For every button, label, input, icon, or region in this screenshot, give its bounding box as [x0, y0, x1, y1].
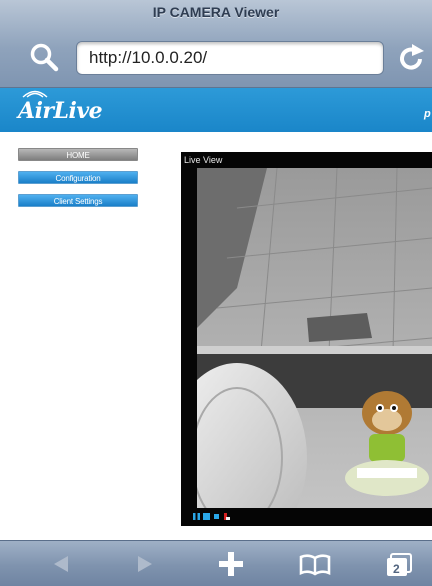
plus-icon[interactable]: [216, 549, 246, 579]
camera-image: [197, 168, 432, 508]
brand-header: AirLive p: [0, 88, 432, 132]
airlive-logo: AirLive: [18, 98, 103, 124]
live-view-panel: Live View: [181, 152, 432, 526]
url-input[interactable]: http://10.0.0.20/: [76, 41, 384, 75]
book-icon[interactable]: [298, 549, 332, 579]
sidebar-item-client-settings[interactable]: Client Settings: [18, 194, 138, 207]
signal-waves-icon: [22, 90, 48, 98]
record-icon[interactable]: [223, 512, 230, 520]
brand-edge-text: p: [424, 108, 431, 120]
camera-feed[interactable]: [197, 168, 432, 508]
reload-button[interactable]: [398, 42, 428, 74]
search-icon: [30, 43, 59, 72]
browser-bottom-toolbar: 2: [0, 540, 432, 586]
stop-icon[interactable]: [203, 512, 210, 520]
page-title: IP CAMERA Viewer: [152, 4, 280, 20]
sidebar-menu: HOME Configuration Client Settings: [18, 148, 138, 217]
reload-icon: [400, 44, 424, 70]
tabs-icon: [387, 553, 412, 576]
live-view-label: Live View: [184, 155, 223, 165]
sidebar-item-home[interactable]: HOME: [18, 148, 138, 161]
browser-top-bar: IP CAMERA Viewer http://10.0.0.20/: [0, 0, 432, 88]
sidebar-item-configuration[interactable]: Configuration: [18, 171, 138, 184]
tab-count: 2: [393, 562, 400, 576]
video-controls: [193, 510, 230, 522]
forward-arrow-icon[interactable]: [132, 549, 158, 579]
back-arrow-icon[interactable]: [48, 549, 74, 579]
snapshot-icon[interactable]: [213, 513, 220, 520]
search-button[interactable]: [28, 42, 62, 74]
pause-icon[interactable]: [193, 512, 200, 520]
tabs-button[interactable]: 2: [384, 549, 416, 579]
